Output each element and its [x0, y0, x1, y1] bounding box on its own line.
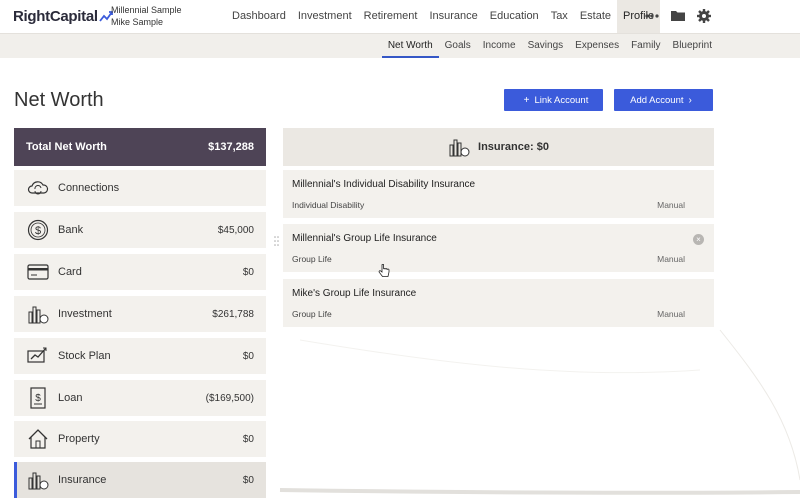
- sub-navigation-bar: Net Worth Goals Income Savings Expenses …: [0, 34, 800, 58]
- bar-chart-icon: [26, 302, 50, 326]
- policy-card[interactable]: Mike's Group Life Insurance Group Life M…: [283, 279, 714, 327]
- tab-income[interactable]: Income: [477, 34, 522, 58]
- category-value: $261,788: [212, 308, 254, 320]
- client-secondary: Mike Sample: [111, 17, 164, 27]
- policy-status: Manual: [657, 254, 685, 264]
- insurance-chart-icon: [448, 137, 470, 157]
- credit-card-icon: [26, 260, 50, 284]
- category-value: $45,000: [217, 224, 254, 236]
- sub-nav: Net Worth Goals Income Savings Expenses …: [381, 34, 718, 58]
- category-stock-plan[interactable]: Stock Plan $0: [14, 338, 266, 374]
- house-icon: [26, 427, 50, 451]
- tab-net-worth[interactable]: Net Worth: [381, 34, 439, 58]
- link-account-button[interactable]: + Link Account: [504, 89, 603, 111]
- policy-type: Individual Disability: [292, 200, 365, 210]
- category-value: ($169,500): [205, 392, 254, 404]
- nav-insurance[interactable]: Insurance: [423, 0, 483, 33]
- nav-estate[interactable]: Estate: [574, 0, 617, 33]
- client-primary: Millennial Sample: [111, 5, 182, 15]
- svg-text:$: $: [35, 393, 41, 404]
- category-label: Bank: [58, 224, 84, 236]
- hand-cursor-icon: [378, 264, 390, 277]
- top-icons: [644, 8, 712, 24]
- stock-plan-icon: [26, 344, 50, 368]
- tab-goals[interactable]: Goals: [439, 34, 477, 58]
- insurance-total: Insurance: $0: [478, 141, 549, 153]
- top-navigation-bar: RightCapital Millennial Sample Mike Samp…: [0, 0, 800, 34]
- category-label: Investment: [58, 308, 112, 320]
- svg-text:$: $: [35, 225, 41, 237]
- total-label: Total Net Worth: [26, 141, 107, 153]
- category-value: $0: [242, 266, 254, 278]
- category-insurance[interactable]: Insurance $0: [14, 462, 266, 498]
- policy-name: Millennial's Individual Disability Insur…: [292, 179, 476, 190]
- insurance-chart-icon: [26, 468, 50, 492]
- category-value: $0: [242, 433, 254, 445]
- tab-blueprint[interactable]: Blueprint: [667, 34, 718, 58]
- gear-icon[interactable]: [696, 8, 712, 24]
- nav-dashboard[interactable]: Dashboard: [226, 0, 292, 33]
- category-value: $0: [242, 474, 254, 486]
- category-connections[interactable]: Connections: [14, 170, 266, 206]
- tab-savings[interactable]: Savings: [522, 34, 570, 58]
- policy-card[interactable]: Millennial's Individual Disability Insur…: [283, 170, 714, 218]
- cloud-sync-icon: [26, 176, 50, 200]
- category-property[interactable]: Property $0: [14, 421, 266, 457]
- main-nav: Dashboard Investment Retirement Insuranc…: [226, 0, 661, 33]
- nav-investment[interactable]: Investment: [292, 0, 358, 33]
- logo[interactable]: RightCapital: [13, 8, 113, 25]
- total-net-worth: Total Net Worth $137,288: [14, 128, 266, 166]
- logo-text: RightCapital: [13, 8, 98, 25]
- dollar-coin-icon: $: [26, 218, 50, 242]
- category-card[interactable]: Card $0: [14, 254, 266, 290]
- link-account-label: Link Account: [534, 94, 589, 106]
- tab-family[interactable]: Family: [625, 34, 666, 58]
- insurance-header: Insurance: $0: [283, 128, 714, 166]
- policy-card[interactable]: Millennial's Group Life Insurance Group …: [283, 224, 714, 272]
- policy-type: Group Life: [292, 254, 332, 264]
- add-account-button[interactable]: Add Account ›: [614, 89, 713, 111]
- category-label: Stock Plan: [58, 350, 111, 362]
- chevron-right-icon: ›: [688, 94, 692, 106]
- nav-education[interactable]: Education: [484, 0, 545, 33]
- category-label: Loan: [58, 392, 83, 404]
- drag-handle-icon[interactable]: [274, 236, 279, 246]
- category-bank[interactable]: $ Bank $45,000: [14, 212, 266, 248]
- policy-status: Manual: [657, 309, 685, 319]
- page-title: Net Worth: [14, 89, 104, 111]
- add-account-label: Add Account: [630, 94, 684, 106]
- tab-expenses[interactable]: Expenses: [569, 34, 625, 58]
- nav-tax[interactable]: Tax: [545, 0, 574, 33]
- category-label: Insurance: [58, 474, 107, 486]
- category-label: Connections: [58, 182, 120, 194]
- folder-icon[interactable]: [670, 8, 686, 24]
- policy-type: Group Life: [292, 309, 332, 319]
- policy-name: Millennial's Group Life Insurance: [292, 233, 437, 244]
- policy-name: Mike's Group Life Insurance: [292, 288, 417, 299]
- total-value: $137,288: [208, 141, 254, 153]
- category-value: $0: [242, 350, 254, 362]
- category-investment[interactable]: Investment $261,788: [14, 296, 266, 332]
- nav-retirement[interactable]: Retirement: [358, 0, 424, 33]
- close-icon[interactable]: ×: [693, 234, 704, 245]
- category-label: Card: [58, 266, 82, 278]
- plus-icon: +: [523, 94, 530, 106]
- policy-status: Manual: [657, 200, 685, 210]
- category-loan[interactable]: $ Loan ($169,500): [14, 380, 266, 416]
- more-icon[interactable]: [644, 8, 660, 24]
- client-names[interactable]: Millennial Sample Mike Sample: [111, 4, 182, 28]
- loan-document-icon: $: [26, 386, 50, 410]
- category-label: Property: [58, 433, 100, 445]
